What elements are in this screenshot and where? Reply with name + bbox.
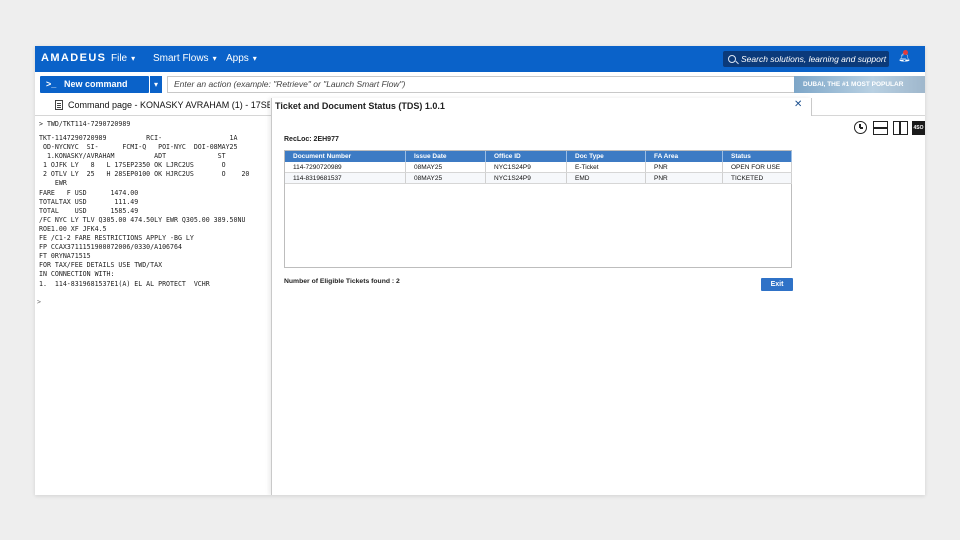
dialog-title: Ticket and Document Status (TDS) 1.0.1	[275, 101, 445, 111]
split-horizontal-icon[interactable]	[873, 121, 888, 135]
table-header-row: Document Number Issue Date Office ID Doc…	[285, 151, 792, 162]
cell-issue-date: 08MAY25	[405, 162, 486, 173]
new-command-page-button[interactable]: >_ New command page	[40, 76, 149, 106]
cell-office-id: NYC1S24P9	[485, 162, 567, 173]
command-row: >_ New command page ▾ Enter an action (e…	[35, 74, 925, 106]
new-command-dropdown-button[interactable]: ▾	[150, 76, 162, 93]
exit-button[interactable]: Exit	[761, 278, 793, 291]
chevron-down-icon: ▾	[252, 54, 257, 63]
apps-menu[interactable]: Apps ▾	[226, 53, 257, 64]
table-row[interactable]: 114-8319681537 08MAY25 NYC1S24P9 EMD PNR…	[285, 172, 792, 184]
tab-title: Command page - KONASKY AVRAHAM (1) - 17S…	[68, 100, 270, 110]
cell-fa-area: PNR	[645, 172, 723, 184]
document-icon	[55, 100, 63, 110]
chevron-down-icon: ▾	[131, 54, 136, 63]
cell-document-number: 114-7290720989	[285, 162, 406, 173]
cell-doc-type: E-Ticket	[566, 162, 646, 173]
search-placeholder: Search solutions, learning and support	[741, 54, 887, 64]
smart-flows-menu-label: Smart Flows	[153, 53, 209, 64]
terminal-prompt-icon: >_	[46, 79, 57, 89]
history-icon[interactable]	[854, 121, 867, 134]
split-vertical-icon[interactable]	[893, 121, 908, 135]
app-window: AMADEUS File ▾ Smart Flows ▾ Apps ▾ Search …	[35, 46, 925, 495]
action-input-placeholder: Enter an action (example: "Retrieve" or …	[174, 79, 406, 89]
cell-document-number: 114-8319681537	[285, 172, 406, 184]
amadeus-logo: AMADEUS	[41, 52, 107, 64]
cell-doc-type: EMD	[566, 172, 646, 184]
search-icon	[728, 55, 736, 63]
layout-badge[interactable]: 4SO	[912, 121, 925, 135]
col-office-id[interactable]: Office ID	[485, 151, 567, 162]
chevron-down-icon: ▾	[153, 80, 158, 89]
notification-badge	[903, 50, 908, 55]
cell-fa-area: PNR	[645, 162, 723, 173]
col-issue-date[interactable]: Issue Date	[405, 151, 486, 162]
record-locator: RecLoc: 2EH977	[284, 136, 339, 143]
file-menu[interactable]: File ▾	[111, 53, 135, 64]
cell-office-id: NYC1S24P9	[485, 172, 567, 184]
eligible-tickets-count: Number of Eligible Tickets found : 2	[284, 278, 400, 285]
cell-issue-date: 08MAY25	[405, 172, 486, 184]
action-input[interactable]: Enter an action (example: "Retrieve" or …	[167, 76, 797, 93]
table-row[interactable]: 114-7290720989 08MAY25 NYC1S24P9 E-Ticke…	[285, 162, 792, 173]
terminal-prompt[interactable]: >	[37, 298, 41, 306]
right-panel: 4SO	[811, 116, 925, 495]
apps-menu-label: Apps	[226, 53, 249, 64]
smart-flows-menu[interactable]: Smart Flows ▾	[153, 53, 217, 64]
top-nav-bar: AMADEUS File ▾ Smart Flows ▾ Apps ▾ Search …	[35, 46, 925, 72]
tds-dialog: Ticket and Document Status (TDS) 1.0.1 ✕…	[271, 98, 812, 495]
promo-text: DUBAI, THE #1 MOST POPULAR	[803, 81, 904, 88]
col-doc-type[interactable]: Doc Type	[566, 151, 646, 162]
cryptic-terminal[interactable]: > TWD/TKT114-7290720989 TKT-114729072098…	[35, 116, 271, 495]
col-fa-area[interactable]: FA Area	[645, 151, 723, 162]
col-document-number[interactable]: Document Number	[285, 151, 406, 162]
tickets-table: Document Number Issue Date Office ID Doc…	[284, 150, 792, 268]
col-status[interactable]: Status	[722, 151, 792, 162]
file-menu-label: File	[111, 53, 128, 64]
terminal-output: TKT-1147290720989 RCI- 1A OD-NYCNYC SI- …	[39, 134, 250, 288]
cell-status: TICKETED	[722, 172, 792, 184]
close-icon[interactable]: ✕	[794, 99, 802, 110]
global-search-input[interactable]: Search solutions, learning and support	[723, 51, 889, 67]
cell-status: OPEN FOR USE	[722, 162, 792, 173]
terminal-command-line: > TWD/TKT114-7290720989	[39, 120, 131, 128]
chevron-down-icon: ▾	[212, 54, 217, 63]
promo-banner[interactable]: DUBAI, THE #1 MOST POPULAR	[794, 76, 925, 93]
